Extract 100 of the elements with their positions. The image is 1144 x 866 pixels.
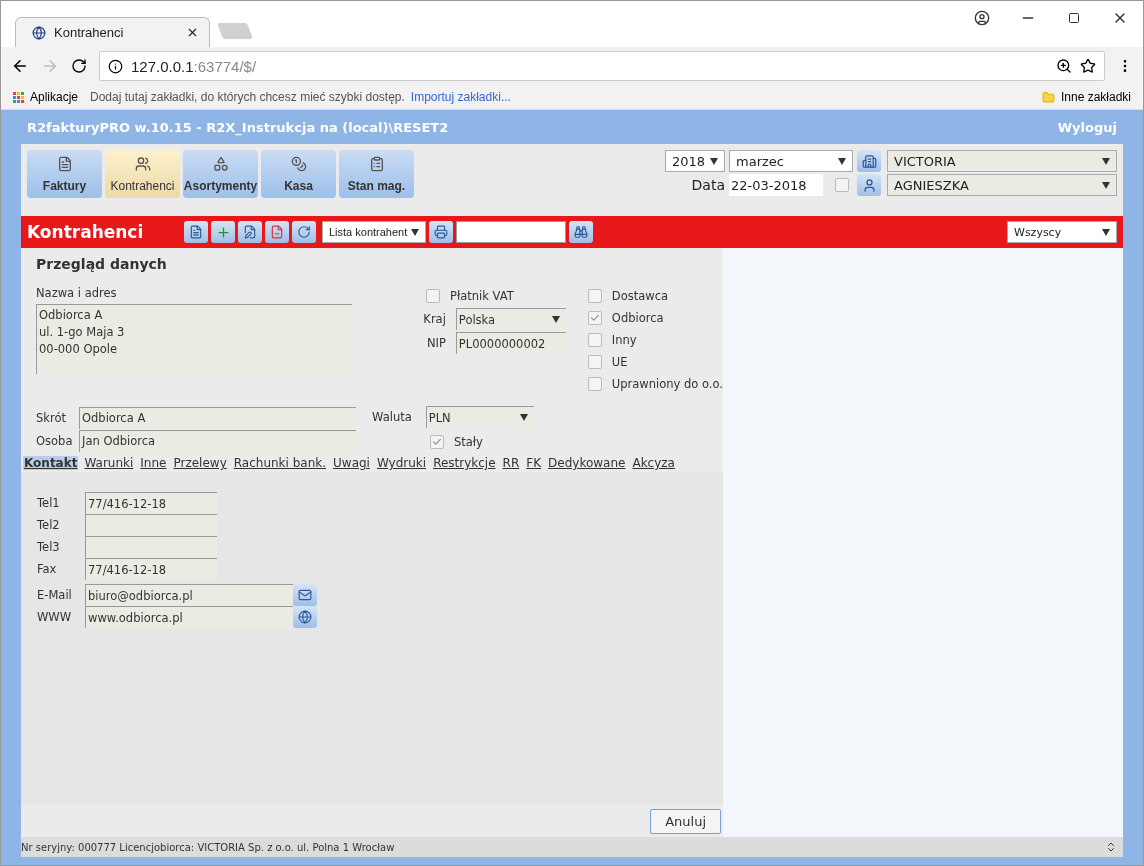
add-icon[interactable] <box>211 221 235 243</box>
mail-icon[interactable] <box>293 584 317 606</box>
caret-icon <box>519 414 528 421</box>
edit-icon[interactable] <box>238 221 262 243</box>
tab[interactable]: Wydruki <box>375 456 428 470</box>
checkbox[interactable] <box>587 333 602 347</box>
zoom-icon[interactable] <box>1056 58 1072 74</box>
address-text: 127.0.0.1:63774/$/ <box>131 57 257 75</box>
field-label: Tel3 <box>37 540 61 554</box>
caret-icon <box>1102 228 1110 236</box>
search-field[interactable] <box>456 221 566 243</box>
tab[interactable]: Rachunki bank. <box>232 456 328 470</box>
contact-field[interactable] <box>85 536 217 558</box>
filter-select[interactable]: Wszyscy <box>1007 221 1117 243</box>
tab[interactable]: Dedykowane <box>547 456 627 470</box>
maximize-icon[interactable] <box>1068 12 1080 24</box>
tab[interactable]: Warunki <box>83 456 135 470</box>
company-select[interactable]: VICTORIA <box>887 150 1117 172</box>
app-title: R2fakturyPRO w.10.15 - R2X_Instrukcja na (local)\RESET2 <box>27 119 449 135</box>
nip-field[interactable]: PL0000000002 <box>455 332 566 354</box>
month-select[interactable]: marzec <box>729 150 853 172</box>
year-select[interactable]: 2018 <box>665 150 725 172</box>
contact-field[interactable]: www.odbiorca.pl <box>85 606 293 628</box>
field-label: WWW <box>37 610 73 624</box>
checkbox-label: Odbiorca <box>611 311 664 325</box>
coins-icon <box>290 156 307 172</box>
module-button[interactable]: Asortymenty <box>183 150 258 198</box>
folder-icon <box>1041 90 1055 104</box>
contact-field[interactable]: 77/416-12-18 <box>85 492 217 514</box>
contact-field[interactable]: 77/416-12-18 <box>85 558 217 580</box>
checkbox-label: Płatnik VAT <box>450 289 514 303</box>
tab[interactable]: Inne <box>139 456 168 470</box>
cancel-button[interactable]: Anuluj <box>650 808 721 834</box>
reload-icon[interactable] <box>71 58 87 74</box>
browser-tab[interactable]: Kontrahenci <box>15 17 210 47</box>
address-field[interactable]: Odbiorca A ul. 1-go Maja 3 00-000 Opole <box>36 304 353 374</box>
country-select[interactable]: Polska <box>455 308 566 330</box>
tab[interactable]: RR <box>501 456 521 470</box>
caret-icon <box>411 228 419 236</box>
globe-icon[interactable] <box>293 606 317 628</box>
caret-icon <box>838 157 846 165</box>
back-icon[interactable] <box>11 57 29 75</box>
apps-grid-icon <box>13 91 24 103</box>
profile-icon[interactable] <box>974 10 990 26</box>
tab[interactable]: Kontakt <box>23 456 79 470</box>
caret-icon <box>1102 157 1110 165</box>
field-label: E-Mail <box>37 588 73 602</box>
field-label: Nazwa i adres <box>36 286 118 300</box>
close-icon[interactable] <box>186 26 199 39</box>
checkbox[interactable] <box>426 289 441 303</box>
checkbox-label: UE <box>611 355 628 369</box>
checkbox[interactable] <box>587 311 602 325</box>
contact-field[interactable] <box>85 514 217 536</box>
company-icon[interactable] <box>857 150 881 172</box>
scroll-icon[interactable] <box>1105 841 1117 853</box>
address-bar[interactable]: 127.0.0.1:63774/$/ <box>99 51 1105 81</box>
module-button[interactable]: Stan mag. <box>339 150 414 198</box>
date-field[interactable]: 22-03-2018 <box>729 174 823 196</box>
search-icon[interactable] <box>569 221 593 243</box>
field-label: NIP <box>426 336 446 350</box>
checkbox-label: Dostawca <box>611 289 669 303</box>
checkbox[interactable] <box>587 355 602 369</box>
caret-icon <box>1102 181 1110 189</box>
tab[interactable]: Akcyza <box>631 456 676 470</box>
checkbox[interactable] <box>430 435 444 449</box>
user-icon[interactable] <box>857 174 881 196</box>
person-field[interactable]: Jan Odbiorca <box>79 429 356 452</box>
bookmark-star-icon[interactable] <box>1080 58 1096 74</box>
caret-icon <box>710 157 718 165</box>
check-icon <box>589 313 600 323</box>
new-document-icon[interactable] <box>184 221 208 243</box>
checkbox-label: Inny <box>611 333 637 347</box>
clipboard-icon <box>368 156 385 172</box>
field-label: Osoba <box>36 433 74 448</box>
tab[interactable]: FK <box>525 456 543 470</box>
checkbox-label: Uprawniony do o.o. <box>611 377 723 391</box>
tab[interactable]: Uwagi <box>332 456 371 470</box>
import-bookmarks-link[interactable]: Importuj zakładki... <box>410 90 511 104</box>
currency-select[interactable]: PLN <box>425 406 534 428</box>
view-select[interactable]: Lista kontrahent <box>322 221 426 243</box>
apps-link[interactable]: Aplikacje <box>30 90 79 104</box>
module-button[interactable]: Kasa <box>261 150 336 198</box>
tab[interactable]: Przelewy <box>172 456 228 470</box>
refresh-icon[interactable] <box>292 221 316 243</box>
checkbox[interactable] <box>587 289 602 303</box>
short-name-field[interactable]: Odbiorca A <box>79 406 356 429</box>
contact-field[interactable]: biuro@odbiorca.pl <box>85 584 293 606</box>
module-button[interactable]: Kontrahenci <box>105 150 180 198</box>
field-label: Fax <box>37 562 58 576</box>
module-button[interactable]: Faktury <box>27 150 102 198</box>
user-select[interactable]: AGNIESZKA <box>887 174 1117 196</box>
print-icon[interactable] <box>429 221 453 243</box>
field-label: Waluta <box>372 410 412 424</box>
tab[interactable]: Restrykcje <box>432 456 497 470</box>
info-icon <box>108 58 123 74</box>
date-checkbox[interactable] <box>835 178 849 192</box>
field-label: Tel2 <box>37 518 61 532</box>
other-bookmarks-link[interactable]: Inne zakładki <box>1060 90 1131 104</box>
checkbox[interactable] <box>587 377 602 391</box>
delete-icon[interactable] <box>265 221 289 243</box>
